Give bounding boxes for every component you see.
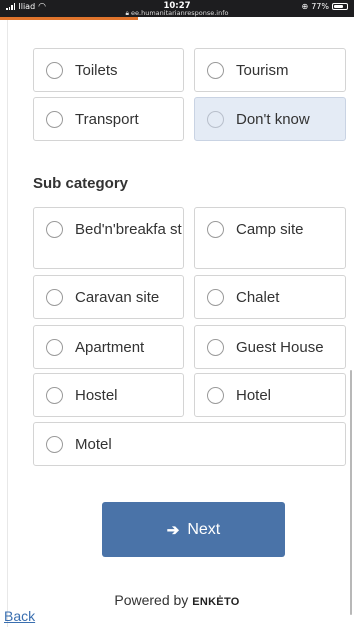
option-bed-n-breakfast[interactable]: Bed'n'breakfa st bbox=[33, 207, 184, 269]
option-caravan-site[interactable]: Caravan site bbox=[33, 275, 184, 319]
option-tourism[interactable]: Tourism bbox=[194, 48, 346, 92]
option-motel[interactable]: Motel bbox=[33, 422, 346, 466]
enketo-logo[interactable]: ENKĖTO bbox=[192, 596, 239, 608]
radio-icon[interactable] bbox=[46, 221, 63, 238]
option-label: Transport bbox=[75, 111, 139, 128]
back-link[interactable]: Back bbox=[4, 608, 35, 624]
battery-icon bbox=[332, 3, 348, 10]
option-apartment[interactable]: Apartment bbox=[33, 325, 184, 369]
next-button[interactable]: ➔ Next bbox=[102, 502, 285, 557]
next-button-label: Next bbox=[187, 520, 221, 538]
option-hostel[interactable]: Hostel bbox=[33, 373, 184, 417]
option-hotel[interactable]: Hotel bbox=[194, 373, 346, 417]
option-camp-site[interactable]: Camp site bbox=[194, 207, 346, 269]
option-dont-know[interactable]: Don't know bbox=[194, 97, 346, 141]
option-label: Bed'n'breakfa st bbox=[75, 221, 182, 238]
powered-by: Powered by ENKĖTO bbox=[0, 592, 354, 608]
option-label: Guest House bbox=[236, 339, 324, 356]
url-text: ee.humanitarianresponse.info bbox=[131, 9, 229, 17]
lock-icon: 🔒︎ bbox=[125, 9, 129, 17]
radio-icon[interactable] bbox=[207, 387, 224, 404]
option-label: Camp site bbox=[236, 221, 304, 238]
option-label: Motel bbox=[75, 436, 112, 453]
radio-icon[interactable] bbox=[207, 111, 224, 128]
option-label: Hostel bbox=[75, 387, 118, 404]
option-label: Don't know bbox=[236, 111, 310, 128]
option-label: Caravan site bbox=[75, 289, 160, 306]
url-bar[interactable]: 🔒︎ ee.humanitarianresponse.info bbox=[0, 10, 354, 17]
radio-icon[interactable] bbox=[46, 111, 63, 128]
radio-icon[interactable] bbox=[207, 289, 224, 306]
radio-icon[interactable] bbox=[46, 339, 63, 356]
option-transport[interactable]: Transport bbox=[33, 97, 184, 141]
radio-icon[interactable] bbox=[207, 221, 224, 238]
sub-category-title: Sub category bbox=[33, 175, 129, 192]
status-bar: Iliad ◠ 10:27 🔒︎ ee.humanitarianresponse… bbox=[0, 0, 354, 17]
radio-icon[interactable] bbox=[46, 387, 63, 404]
radio-icon[interactable] bbox=[207, 62, 224, 79]
radio-icon[interactable] bbox=[46, 62, 63, 79]
option-label: Tourism bbox=[236, 62, 289, 79]
option-guest-house[interactable]: Guest House bbox=[194, 325, 346, 369]
option-label: Hotel bbox=[236, 387, 272, 404]
powered-by-text: Powered by bbox=[114, 592, 189, 608]
option-toilets[interactable]: Toilets bbox=[33, 48, 184, 92]
option-label: Toilets bbox=[75, 62, 118, 79]
battery-info: ⊕ 77% bbox=[302, 2, 348, 11]
option-label: Apartment bbox=[75, 339, 145, 356]
radio-icon[interactable] bbox=[207, 339, 224, 356]
arrow-right-icon: ➔ bbox=[166, 521, 180, 539]
alarm-icon: ⊕ bbox=[301, 2, 309, 11]
radio-icon[interactable] bbox=[46, 289, 63, 306]
scrollbar[interactable] bbox=[350, 370, 352, 615]
battery-percent: 77% bbox=[311, 2, 329, 11]
radio-icon[interactable] bbox=[46, 436, 63, 453]
option-chalet[interactable]: Chalet bbox=[194, 275, 346, 319]
option-label: Chalet bbox=[236, 289, 280, 306]
